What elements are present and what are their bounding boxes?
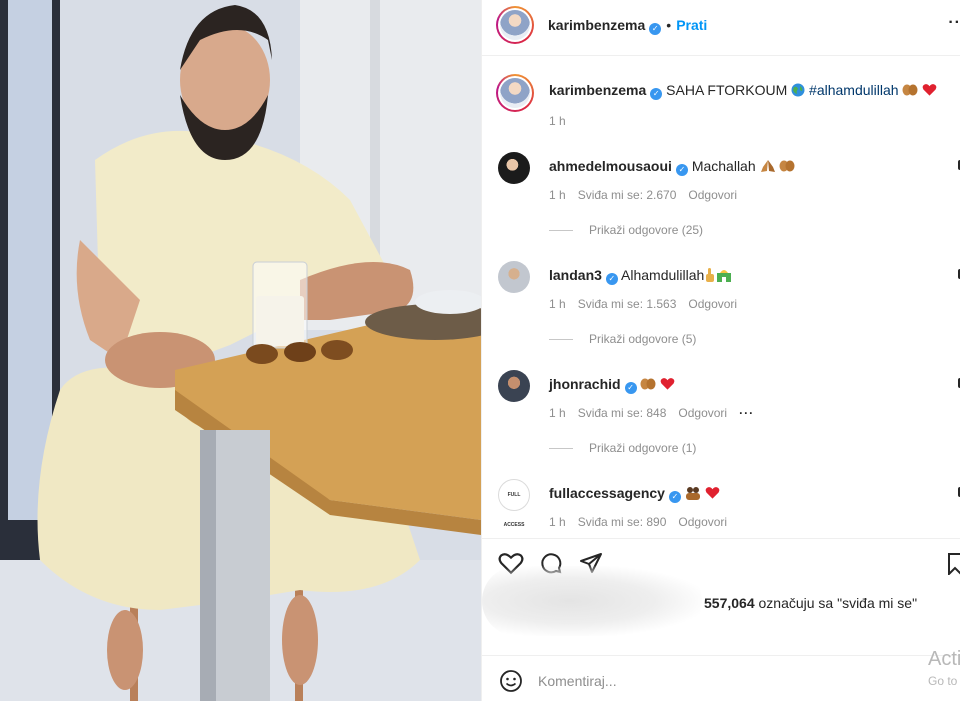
verified-badge-icon: ✓: [605, 273, 618, 285]
follow-button[interactable]: Prati: [676, 17, 707, 33]
caption-text: SAHA FTORKOUM: [666, 82, 788, 98]
red-heart-emoji-icon: [660, 377, 675, 394]
index-pointing-up-emoji-icon: [704, 268, 716, 285]
verified-badge-icon: ✓: [649, 23, 662, 35]
view-replies-button[interactable]: Prikaži odgovore (25): [549, 223, 703, 237]
comment-username[interactable]: jhonrachid: [549, 376, 621, 392]
praying-hands-emoji-icon: [640, 377, 656, 394]
comment-meta: 1 h Sviđa mi se: 848 Odgovori ···: [549, 406, 766, 420]
reply-button[interactable]: Odgovori: [688, 188, 737, 202]
comment-row: landan3 ✓ Alhamdulillah 1 h Sviđa mi se: 1…: [498, 261, 960, 361]
windows-activation-watermark: Acti: [928, 648, 960, 670]
post-photo[interactable]: [0, 0, 481, 701]
comment-meta: 1 h Sviđa mi se: 1.563 Odgovori: [549, 297, 749, 311]
reply-button[interactable]: Odgovori: [688, 297, 737, 311]
save-bookmark-icon[interactable]: [948, 553, 960, 575]
caption-username[interactable]: karimbenzema: [549, 82, 646, 98]
separator-dot: •: [666, 17, 672, 33]
replies-divider: [549, 339, 573, 341]
comment-likes[interactable]: Sviđa mi se: 2.670: [578, 188, 677, 202]
caption: karimbenzema ✓ SAHA FTORKOUM #alhamdulill…: [496, 74, 958, 136]
comment-time: 1 h: [549, 297, 566, 311]
reply-button[interactable]: Odgovori: [678, 406, 727, 420]
comment-line: jhonrachid ✓: [549, 376, 675, 394]
comment-time: 1 h: [549, 188, 566, 202]
praying-hands-emoji-icon: [902, 83, 918, 100]
comment-likes[interactable]: Sviđa mi se: 890: [578, 515, 667, 529]
post-side-panel: karimbenzema ✓ • Prati ·· karimbenzema ✓ SAH…: [481, 0, 960, 701]
view-replies-button[interactable]: Prikaži odgovore (5): [549, 332, 696, 346]
replies-divider: [549, 230, 573, 232]
commenter-avatar[interactable]: [498, 370, 530, 402]
globe-emoji-icon: [791, 83, 805, 100]
windows-activation-watermark-sub: Go to: [928, 674, 958, 688]
comment-time: 1 h: [549, 515, 566, 529]
more-options-icon[interactable]: ··: [948, 14, 960, 32]
photo-illustration: [0, 0, 481, 701]
verified-badge-icon: ✓: [675, 164, 688, 176]
praying-hands-emoji-icon: [779, 159, 795, 176]
comment-time: 1 h: [549, 406, 566, 420]
verified-badge-icon: ✓: [624, 382, 637, 394]
comments-list[interactable]: karimbenzema ✓ SAHA FTORKOUM #alhamdulill…: [482, 56, 960, 538]
comment-line: fullaccessagency ✓: [549, 485, 720, 503]
comment-likes[interactable]: Sviđa mi se: 848: [578, 406, 667, 420]
comment-text: Machallah: [691, 158, 756, 174]
verified-badge-icon: ✓: [668, 491, 681, 503]
view-replies-label: Prikaži odgovore (1): [589, 441, 697, 455]
view-replies-label: Prikaži odgovore (25): [589, 223, 704, 237]
verified-badge-icon: ✓: [650, 88, 663, 100]
comment-username[interactable]: ahmedelmousaoui: [549, 158, 672, 174]
view-replies-label: Prikaži odgovore (5): [589, 332, 697, 346]
comment-input[interactable]: Komentiraj...: [538, 673, 617, 689]
comment-row: FULL ACCESS fullaccessagency ✓ 1 h Sviđa m…: [498, 479, 960, 538]
comment-line: ahmedelmousaoui ✓ Machallah: [549, 158, 795, 176]
reply-button[interactable]: Odgovori: [678, 515, 727, 529]
post-header: karimbenzema ✓ • Prati ··: [482, 0, 960, 56]
view-replies-button[interactable]: Prikaži odgovore (1): [549, 441, 696, 455]
comment-line: landan3 ✓ Alhamdulillah: [549, 267, 732, 285]
commenter-avatar[interactable]: [498, 261, 530, 293]
likes-suffix: označuju sa "sviđa mi se": [758, 595, 918, 611]
comment-meta: 1 h Sviđa mi se: 890 Odgovori: [549, 515, 739, 529]
comment-meta: 1 h Sviđa mi se: 2.670 Odgovori: [549, 188, 749, 202]
caption-hashtag-link[interactable]: #alhamdulillah: [809, 82, 899, 98]
red-heart-emoji-icon: [922, 83, 937, 100]
comment-row: ahmedelmousaoui ✓ Machallah 1 h Sviđa mi s…: [498, 152, 960, 252]
comment-row: jhonrachid ✓ 1 h Sviđa mi se: 848 Odgovori ·…: [498, 370, 960, 470]
caption-line: karimbenzema ✓ SAHA FTORKOUM #alhamdulill…: [549, 82, 937, 100]
mosque-emoji-icon: [716, 268, 732, 285]
caption-author-avatar[interactable]: [496, 74, 534, 112]
likes-number: 557,064: [704, 595, 755, 611]
red-heart-emoji-icon: [705, 486, 720, 503]
folded-hands-emoji-icon: [760, 159, 776, 176]
likes-count[interactable]: 557,064 označuju sa "sviđa mi se": [704, 595, 917, 611]
add-comment-bar: Komentiraj...: [482, 655, 960, 701]
comment-username[interactable]: landan3: [549, 267, 602, 283]
emoji-smiley-icon[interactable]: [499, 669, 523, 693]
caption-time: 1 h: [549, 114, 566, 128]
people-hugging-emoji-icon: [685, 486, 701, 503]
author-username[interactable]: karimbenzema: [548, 17, 645, 33]
commenter-avatar[interactable]: [498, 152, 530, 184]
blurred-liker-avatars: [482, 566, 702, 636]
comment-username[interactable]: fullaccessagency: [549, 485, 665, 501]
comment-text: Alhamdulillah: [621, 267, 705, 283]
comment-more-options-icon[interactable]: ···: [739, 406, 754, 420]
replies-divider: [549, 448, 573, 450]
comment-likes[interactable]: Sviđa mi se: 1.563: [578, 297, 677, 311]
author-avatar[interactable]: [496, 6, 534, 44]
commenter-avatar[interactable]: FULL ACCESS: [498, 479, 530, 528]
